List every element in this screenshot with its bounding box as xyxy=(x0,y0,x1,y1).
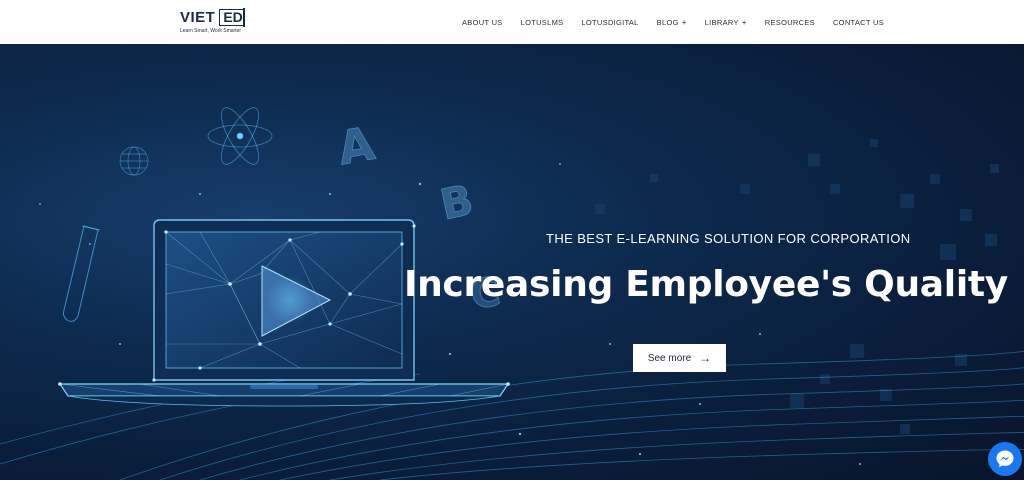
hero-banner: A B C THE BEST E-LEARNING SOLUTION FOR C… xyxy=(0,44,1024,480)
logo-text-ed: ED xyxy=(219,7,246,27)
nav-label: ABOUT US xyxy=(462,17,503,27)
logo-wordmark: VIET ED xyxy=(180,7,246,27)
arrow-right-icon: → xyxy=(699,351,712,365)
nav-library[interactable]: LIBRARY + xyxy=(705,18,747,27)
nav-lotuslms[interactable]: LOTUSLMS xyxy=(521,18,564,27)
nav-label: BLOG xyxy=(656,17,679,27)
hero-headline: Increasing Employee's Quality xyxy=(404,264,1008,305)
site-header: VIET ED Learn Smart, Work Smarter ABOUT … xyxy=(0,0,1024,44)
messenger-icon xyxy=(996,450,1014,468)
nav-label: LOTUSDIGITAL xyxy=(581,17,639,27)
atom-icon xyxy=(207,107,273,165)
nav-label: CONTACT US xyxy=(832,17,885,27)
plus-icon: + xyxy=(741,17,747,27)
logo[interactable]: VIET ED Learn Smart, Work Smarter xyxy=(180,7,246,37)
nav-resources[interactable]: RESOURCES xyxy=(765,18,815,27)
nav-blog[interactable]: BLOG + xyxy=(657,18,687,27)
see-more-button[interactable]: See more → xyxy=(633,344,726,372)
nav-contact-us[interactable]: CONTACT US xyxy=(833,18,884,27)
nav-lotusdigital[interactable]: LOTUSDIGITAL xyxy=(581,18,638,27)
laptop-illustration xyxy=(58,219,510,407)
logo-text-viet: VIET xyxy=(180,8,216,26)
nav-label: LIBRARY xyxy=(704,17,739,27)
letter-a: A xyxy=(334,116,379,175)
hero-illustration: A B C xyxy=(0,107,1024,480)
test-tube-icon xyxy=(62,225,101,322)
plus-icon: + xyxy=(681,17,687,27)
nav-label: LOTUSLMS xyxy=(520,17,564,27)
logo-tagline: Learn Smart, Work Smarter xyxy=(180,28,242,34)
messenger-chat-button[interactable] xyxy=(988,442,1022,476)
globe-icon xyxy=(119,146,149,176)
main-nav: ABOUT US LOTUSLMS LOTUSDIGITAL BLOG + LIB… xyxy=(462,0,902,44)
hero-eyebrow: THE BEST E-LEARNING SOLUTION FOR CORPORA… xyxy=(546,231,911,246)
letter-b: B xyxy=(436,175,478,230)
nav-about-us[interactable]: ABOUT US xyxy=(462,18,503,27)
nav-label: RESOURCES xyxy=(764,17,815,27)
see-more-label: See more xyxy=(647,352,692,364)
